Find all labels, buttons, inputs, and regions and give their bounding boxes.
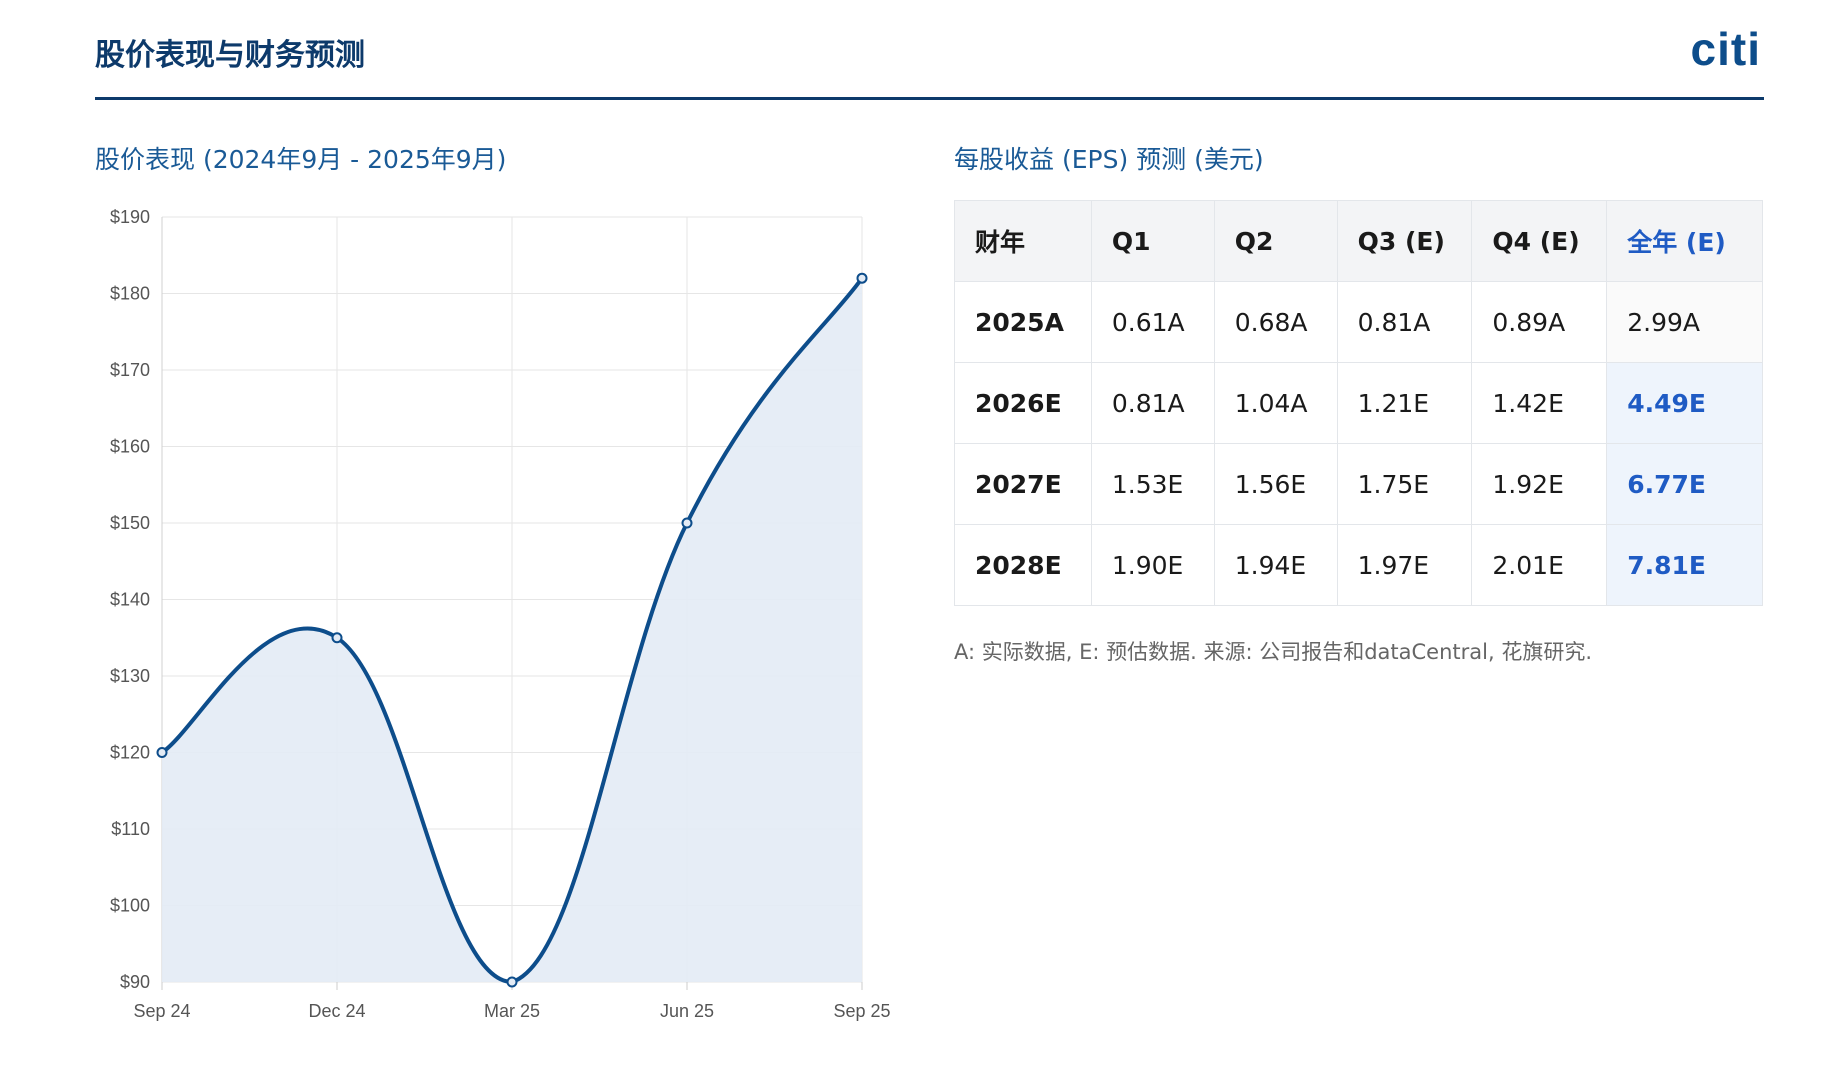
- q4-cell: 0.89A: [1471, 281, 1608, 363]
- page-title: 股价表现与财务预测: [95, 38, 365, 73]
- table-header-row: 财年 Q1 Q2 Q3 (E) Q4 (E) 全年 (E): [954, 200, 1763, 282]
- data-point: [156, 747, 168, 758]
- q1-cell: 0.81A: [1090, 362, 1215, 444]
- y-tick-label: $190: [110, 207, 150, 227]
- q1-cell: 1.53E: [1090, 443, 1215, 525]
- table-row: 2027E 1.53E 1.56E 1.75E 1.92E 6.77E: [954, 443, 1763, 525]
- y-tick-label: $160: [110, 437, 150, 457]
- eps-table: 财年 Q1 Q2 Q3 (E) Q4 (E) 全年 (E) 2025A 0.61…: [954, 200, 1763, 606]
- header-q4: Q4 (E): [1471, 200, 1608, 282]
- q3-cell: 1.21E: [1336, 362, 1473, 444]
- citi-logo: citi: [1690, 23, 1761, 75]
- full-year-cell: 2.99A: [1606, 281, 1763, 363]
- chart-title: 股价表现 (2024年9月 - 2025年9月): [95, 145, 507, 174]
- q2-cell: 1.04A: [1213, 362, 1338, 444]
- table-row: 2025A 0.61A 0.68A 0.81A 0.89A 2.99A: [954, 281, 1763, 363]
- q4-cell: 1.92E: [1471, 443, 1608, 525]
- y-tick-label: $170: [110, 360, 150, 380]
- full-year-cell: 7.81E: [1606, 524, 1763, 606]
- year-cell: 2025A: [954, 281, 1092, 363]
- y-tick-label: $100: [110, 896, 150, 916]
- y-tick-label: $150: [110, 513, 150, 533]
- y-tick-label: $130: [110, 666, 150, 686]
- y-tick-label: $110: [111, 819, 150, 839]
- header-full-year: 全年 (E): [1606, 200, 1763, 282]
- header-divider: [95, 97, 1764, 100]
- data-point: [681, 517, 693, 529]
- q2-cell: 1.56E: [1213, 443, 1338, 525]
- q3-cell: 1.97E: [1336, 524, 1473, 606]
- q2-cell: 0.68A: [1213, 281, 1338, 363]
- q2-cell: 1.94E: [1213, 524, 1338, 606]
- data-point: [331, 632, 343, 644]
- q4-cell: 1.42E: [1471, 362, 1608, 444]
- table-title: 每股收益 (EPS) 预测 (美元): [954, 145, 1264, 174]
- q1-cell: 1.90E: [1090, 524, 1215, 606]
- header-q2: Q2: [1213, 200, 1338, 282]
- y-tick-label: $120: [110, 743, 150, 763]
- data-point: [856, 272, 868, 284]
- data-point: [506, 976, 518, 988]
- q1-cell: 0.61A: [1090, 281, 1215, 363]
- table-row: 2026E 0.81A 1.04A 1.21E 1.42E 4.49E: [954, 362, 1763, 444]
- y-tick-label: $140: [110, 590, 150, 610]
- x-tick-label: Dec 24: [308, 1001, 365, 1021]
- y-tick-label: $90: [120, 972, 150, 992]
- table-footnote: A: 实际数据, E: 预估数据. 来源: 公司报告和dataCentral, …: [954, 640, 1593, 664]
- x-tick-label: Sep 25: [833, 1001, 890, 1021]
- full-year-cell: 4.49E: [1606, 362, 1763, 444]
- year-cell: 2027E: [954, 443, 1092, 525]
- y-tick-label: $180: [110, 284, 150, 304]
- stock-price-chart: $90 $100 $110 $120 $130 $140 $150 $160 $170 $180 $…: [110, 207, 891, 1021]
- full-year-cell: 6.77E: [1606, 443, 1763, 525]
- x-tick-label: Sep 24: [133, 1001, 190, 1021]
- header-q1: Q1: [1090, 200, 1215, 282]
- header-q3: Q3 (E): [1336, 200, 1473, 282]
- header-fiscal-year: 财年: [954, 200, 1092, 282]
- x-tick-label: Mar 25: [484, 1001, 540, 1021]
- q3-cell: 1.75E: [1336, 443, 1473, 525]
- x-tick-label: Jun 25: [660, 1001, 714, 1021]
- year-cell: 2028E: [954, 524, 1092, 606]
- q3-cell: 0.81A: [1336, 281, 1473, 363]
- q4-cell: 2.01E: [1471, 524, 1608, 606]
- table-row: 2028E 1.90E 1.94E 1.97E 2.01E 7.81E: [954, 524, 1763, 606]
- year-cell: 2026E: [954, 362, 1092, 444]
